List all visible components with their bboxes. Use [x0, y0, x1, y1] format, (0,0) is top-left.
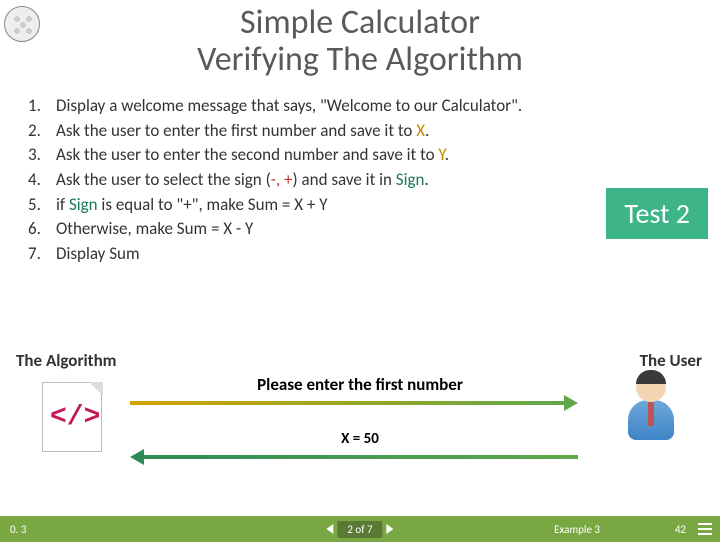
slide-nav: 2 of 7: [326, 521, 393, 538]
prev-slide-button[interactable]: [326, 524, 333, 534]
user-label: The User: [640, 350, 702, 371]
app-logo-icon: [4, 6, 40, 42]
dialogue-answer: X = 50: [341, 430, 379, 448]
footer-bar: 0. 3 2 of 7 Example 3 42: [0, 516, 720, 542]
algorithm-label: The Algorithm: [16, 350, 117, 371]
menu-icon[interactable]: [698, 523, 712, 535]
next-slide-button[interactable]: [387, 524, 394, 534]
version-label: 0. 3: [10, 523, 26, 536]
algorithm-steps: 1.Display a welcome message that says, "…: [28, 94, 720, 266]
arrow-right-icon: [130, 400, 578, 406]
code-file-icon: </>: [36, 376, 106, 456]
test-badge: Test 2: [606, 188, 708, 239]
arrow-left-icon: [130, 454, 578, 460]
slide-progress: 2 of 7: [337, 521, 382, 538]
example-label: Example 3: [554, 523, 600, 536]
dialogue-prompt: Please enter the first number: [257, 374, 463, 395]
page-number: 42: [675, 523, 686, 536]
slide-title: Simple Calculator: [0, 2, 720, 43]
slide-subtitle: Verifying The Algorithm: [0, 39, 720, 80]
user-avatar-icon: [620, 372, 682, 462]
